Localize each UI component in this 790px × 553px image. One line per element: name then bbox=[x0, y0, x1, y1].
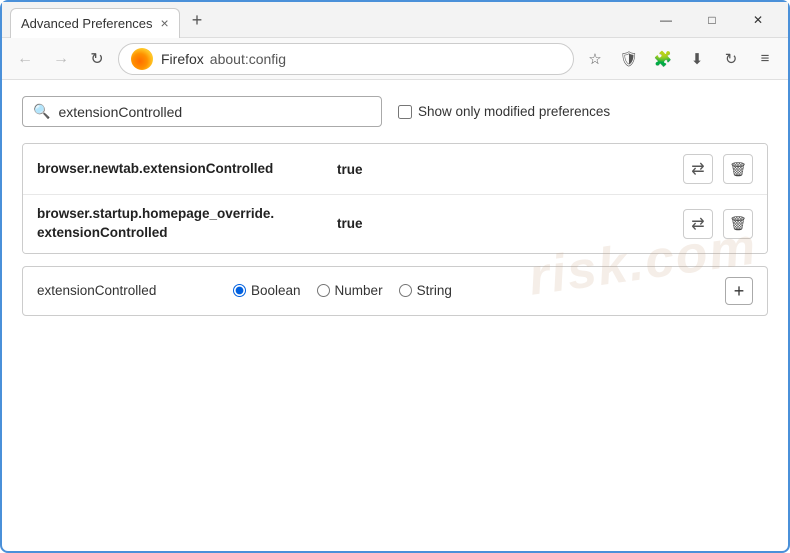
back-arrow-icon: ← bbox=[17, 50, 33, 68]
show-modified-text: Show only modified preferences bbox=[418, 104, 610, 119]
string-radio-text: String bbox=[417, 283, 452, 298]
search-icon: 🔍 bbox=[33, 103, 50, 120]
search-input[interactable] bbox=[58, 104, 371, 120]
number-radio-label[interactable]: Number bbox=[317, 283, 383, 298]
minimize-button[interactable]: — bbox=[644, 4, 688, 36]
title-bar: Advanced Preferences × + — □ ✕ bbox=[2, 2, 788, 38]
boolean-radio-label[interactable]: Boolean bbox=[233, 283, 301, 298]
reload-button[interactable]: ↻ bbox=[82, 44, 112, 74]
swap-arrows-icon-1: ⇄ bbox=[691, 159, 704, 179]
string-radio[interactable] bbox=[399, 284, 412, 297]
shield-icon[interactable]: 🛡 bbox=[614, 44, 644, 74]
maximize-button[interactable]: □ bbox=[690, 4, 734, 36]
browser-name: Firefox bbox=[161, 51, 204, 67]
results-table: browser.newtab.extensionControlled true … bbox=[22, 143, 768, 254]
reload-icon: ↻ bbox=[90, 49, 103, 69]
forward-button[interactable]: → bbox=[46, 44, 76, 74]
boolean-radio-text: Boolean bbox=[251, 283, 301, 298]
add-preference-row: extensionControlled Boolean Number Strin… bbox=[22, 266, 768, 316]
table-row: browser.newtab.extensionControlled true … bbox=[23, 144, 767, 195]
active-tab[interactable]: Advanced Preferences × bbox=[10, 8, 180, 38]
search-row: 🔍 Show only modified preferences bbox=[22, 96, 768, 127]
number-radio-text: Number bbox=[335, 283, 383, 298]
string-radio-label[interactable]: String bbox=[399, 283, 452, 298]
show-modified-checkbox[interactable] bbox=[398, 105, 412, 119]
new-tab-button[interactable]: + bbox=[186, 11, 209, 29]
trash-icon-1: 🗑 bbox=[729, 161, 747, 178]
forward-arrow-icon: → bbox=[53, 50, 69, 68]
url-path: about:config bbox=[210, 51, 286, 67]
pref-name-2: browser.startup.homepage_override. exten… bbox=[37, 205, 337, 243]
new-pref-name: extensionControlled bbox=[37, 283, 217, 298]
delete-button-1[interactable]: 🗑 bbox=[723, 154, 753, 184]
menu-icon[interactable]: ≡ bbox=[750, 44, 780, 74]
sync-icon[interactable]: ↻ bbox=[716, 44, 746, 74]
tab-area: Advanced Preferences × + bbox=[10, 2, 644, 37]
pref-name-1: browser.newtab.extensionControlled bbox=[37, 160, 337, 179]
pref-name-2-line1: browser.startup.homepage_override. bbox=[37, 206, 274, 221]
nav-toolbar-icons: ☆ 🛡 🧩 ⬇ ↻ ≡ bbox=[580, 44, 780, 74]
bookmark-icon[interactable]: ☆ bbox=[580, 44, 610, 74]
extension-icon[interactable]: 🧩 bbox=[648, 44, 678, 74]
row-2-actions: ⇄ 🗑 bbox=[683, 209, 753, 239]
toggle-button-1[interactable]: ⇄ bbox=[683, 154, 713, 184]
table-row: browser.startup.homepage_override. exten… bbox=[23, 195, 767, 253]
back-button[interactable]: ← bbox=[10, 44, 40, 74]
row-1-actions: ⇄ 🗑 bbox=[683, 154, 753, 184]
search-box[interactable]: 🔍 bbox=[22, 96, 382, 127]
pref-value-2: true bbox=[337, 216, 683, 231]
close-button[interactable]: ✕ bbox=[736, 4, 780, 36]
type-radio-group: Boolean Number String bbox=[233, 283, 709, 298]
tab-title: Advanced Preferences bbox=[21, 16, 153, 31]
download-icon[interactable]: ⬇ bbox=[682, 44, 712, 74]
pref-name-2-line2: extensionControlled bbox=[37, 225, 168, 240]
address-bar[interactable]: Firefox about:config bbox=[118, 43, 574, 75]
boolean-radio[interactable] bbox=[233, 284, 246, 297]
firefox-logo-icon bbox=[131, 48, 153, 70]
pref-value-1: true bbox=[337, 162, 683, 177]
toggle-button-2[interactable]: ⇄ bbox=[683, 209, 713, 239]
show-modified-label[interactable]: Show only modified preferences bbox=[398, 104, 610, 119]
tab-close-button[interactable]: × bbox=[161, 16, 169, 30]
window-controls: — □ ✕ bbox=[644, 4, 780, 36]
number-radio[interactable] bbox=[317, 284, 330, 297]
nav-bar: ← → ↻ Firefox about:config ☆ 🛡 🧩 ⬇ ↻ ≡ bbox=[2, 38, 788, 80]
delete-button-2[interactable]: 🗑 bbox=[723, 209, 753, 239]
add-preference-button[interactable]: + bbox=[725, 277, 753, 305]
swap-arrows-icon-2: ⇄ bbox=[691, 214, 704, 234]
main-content: 🔍 Show only modified preferences browser… bbox=[2, 80, 788, 332]
trash-icon-2: 🗑 bbox=[729, 215, 747, 232]
